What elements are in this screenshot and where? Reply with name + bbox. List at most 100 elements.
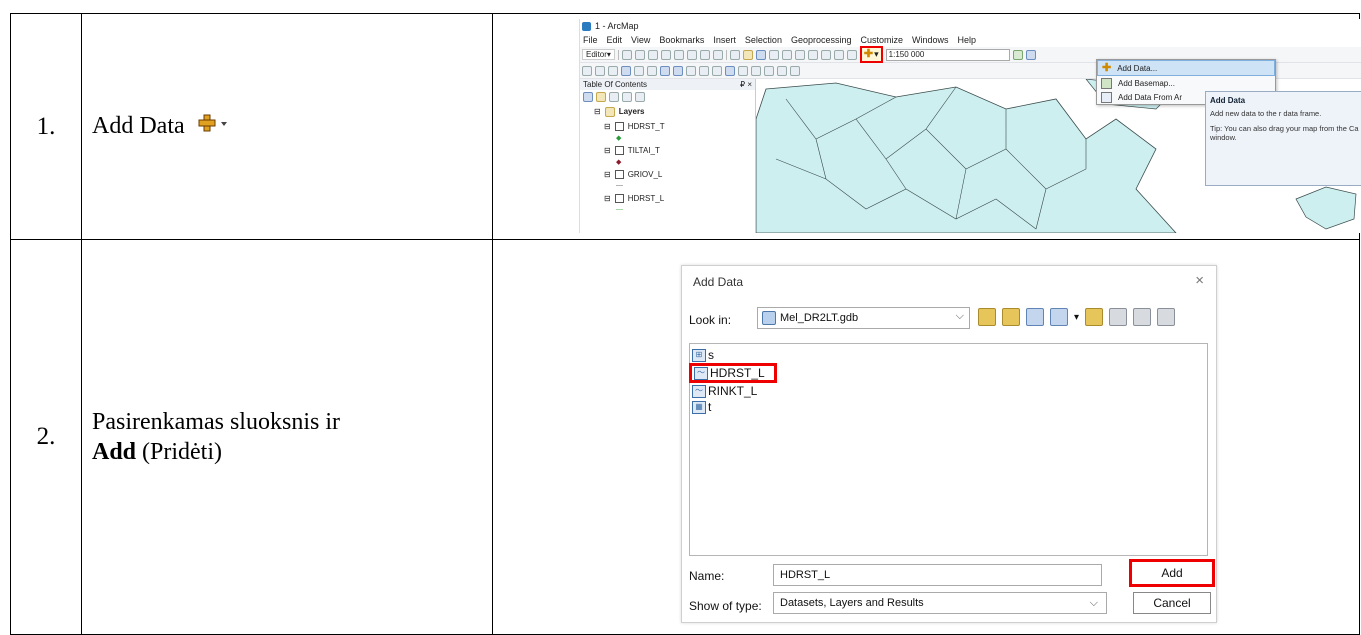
up-one-level-icon[interactable] [978,308,996,326]
list-by-source-icon[interactable] [596,92,606,102]
list-item[interactable]: ⊞ s [690,347,1207,363]
layer-checkbox[interactable] [614,194,624,203]
catalog-view-icon[interactable] [1109,308,1128,326]
menu-customize[interactable]: Customize [861,35,904,45]
menu-insert[interactable]: Insert [713,35,736,45]
zoom-in-icon[interactable] [582,65,592,76]
edit-tool-icon[interactable] [621,49,632,60]
attributes-icon[interactable] [699,49,710,60]
cut-icon[interactable] [781,49,792,60]
toc-layer-item[interactable]: ⊟ HDRST_T [580,119,755,134]
menu-windows[interactable]: Windows [912,35,949,45]
table-row: 2. Pasirenkamas sluoksnis ir Add (Pridėt… [10,239,1360,635]
sketch-tool-icon[interactable] [634,49,645,60]
list-by-selection-icon[interactable] [622,92,632,102]
add-button[interactable]: Add [1129,559,1215,587]
menu-item-add-basemap[interactable]: Add Basemap... [1097,76,1275,90]
menu-selection[interactable]: Selection [745,35,782,45]
curve-tool-icon[interactable] [660,49,671,60]
add-data-toolbar-button[interactable]: ✚ ▾ [859,46,883,63]
full-extent-icon[interactable] [621,65,631,76]
editor-button[interactable]: Editor▾ [582,49,615,60]
layer-checkbox[interactable] [614,146,624,155]
details-icon[interactable] [1133,308,1152,326]
menu-item-label: Add Data From Ar [1118,92,1183,102]
toc-options-icon[interactable] [635,92,645,102]
zoom-out-icon[interactable] [595,65,605,76]
new-folder-icon[interactable] [1085,308,1104,326]
toc-window-icon[interactable] [1025,49,1036,60]
select-features-icon[interactable] [686,65,696,76]
open-icon[interactable] [742,49,753,60]
collapse-icon[interactable]: ⊟ [594,107,601,116]
line-tool-icon[interactable] [647,49,658,60]
toolbox-icon[interactable] [1157,308,1176,326]
print-icon[interactable] [768,49,779,60]
collapse-icon[interactable]: ⊟ [604,170,611,179]
list-item[interactable]: ▦ t [690,399,1207,415]
layer-checkbox[interactable] [614,170,624,179]
home-icon[interactable] [1002,308,1020,326]
menu-edit[interactable]: Edit [607,35,623,45]
collapse-icon[interactable]: ⊟ [604,194,611,203]
menu-geoprocessing[interactable]: Geoprocessing [791,35,852,45]
select-elements-icon[interactable] [712,65,722,76]
paste-icon[interactable] [807,49,818,60]
connect-folder-icon[interactable] [1026,308,1044,326]
map-scale-input[interactable]: 1:150 000 [885,48,1010,61]
name-input[interactable]: HDRST_L [773,564,1102,586]
delete-icon[interactable] [820,49,831,60]
layer-checkbox[interactable] [614,122,624,131]
rotate-tool-icon[interactable] [686,49,697,60]
copy-icon[interactable] [794,49,805,60]
list-item-selected[interactable]: 〜 HDRST_L [689,363,777,383]
sketch-props-icon[interactable] [712,49,723,60]
menu-bookmarks[interactable]: Bookmarks [659,35,704,45]
list-by-drawing-order-icon[interactable] [583,92,593,102]
split-tool-icon[interactable] [673,49,684,60]
go-to-xy-icon[interactable] [777,65,787,76]
type-select[interactable]: Datasets, Layers and Results ⌵ [773,592,1107,614]
toc-layer-item[interactable]: ⊟ HDRST_L [580,191,755,206]
list-by-visibility-icon[interactable] [609,92,619,102]
fixed-zoom-out-icon[interactable] [647,65,657,76]
measure-icon[interactable] [751,65,761,76]
clear-selection-icon[interactable] [699,65,709,76]
collapse-icon[interactable]: ⊟ [604,122,611,131]
menu-view[interactable]: View [631,35,650,45]
save-icon[interactable] [755,49,766,60]
toc-layers-group[interactable]: ⊟ Layers [580,104,755,119]
back-icon[interactable] [660,65,670,76]
toc-layer-item[interactable]: ⊟ TILTAI_T [580,143,755,158]
identify-icon[interactable] [725,65,735,76]
screenshot-cell: 1 - ArcMap File Edit View Bookmarks Inse… [492,13,1361,240]
menu-help[interactable]: Help [958,35,977,45]
type-value: Datasets, Layers and Results [780,597,924,609]
chevron-down-icon[interactable]: ▾ [1074,312,1079,323]
pan-icon[interactable] [608,65,618,76]
new-map-icon[interactable] [729,49,740,60]
menu-file[interactable]: File [583,35,598,45]
editor-toolbar-icon[interactable] [1012,49,1023,60]
toc-layer-item[interactable]: ⊟ GRIOV_L [580,167,755,182]
toc-pin-close[interactable]: ₽ × [740,80,752,89]
menu-item-add-data[interactable]: ✚ Add Data... [1097,60,1275,76]
fixed-zoom-in-icon[interactable] [634,65,644,76]
menu-item-label: Add Basemap... [1118,78,1175,88]
find-icon[interactable] [764,65,774,76]
close-icon[interactable]: × [1195,272,1204,289]
redo-icon[interactable] [846,49,857,60]
type-label: Show of type: [689,599,762,613]
add-data-dialog: Add Data × Look in: Mel_DR2LT.gdb ⌵ ▾ ⊞ … [681,265,1217,623]
layers-folder-icon [604,106,615,117]
cancel-button[interactable]: Cancel [1133,592,1211,614]
undo-icon[interactable] [833,49,844,60]
step-description: Pasirenkamas sluoksnis ir Add (Pridėti) [81,239,493,635]
view-menu-icon[interactable] [1050,308,1068,326]
time-slider-icon[interactable] [790,65,800,76]
look-in-select[interactable]: Mel_DR2LT.gdb ⌵ [757,307,970,329]
forward-icon[interactable] [673,65,683,76]
list-item[interactable]: 〜 RINKT_L [690,383,1207,399]
collapse-icon[interactable]: ⊟ [604,146,611,155]
html-popup-icon[interactable] [738,65,748,76]
